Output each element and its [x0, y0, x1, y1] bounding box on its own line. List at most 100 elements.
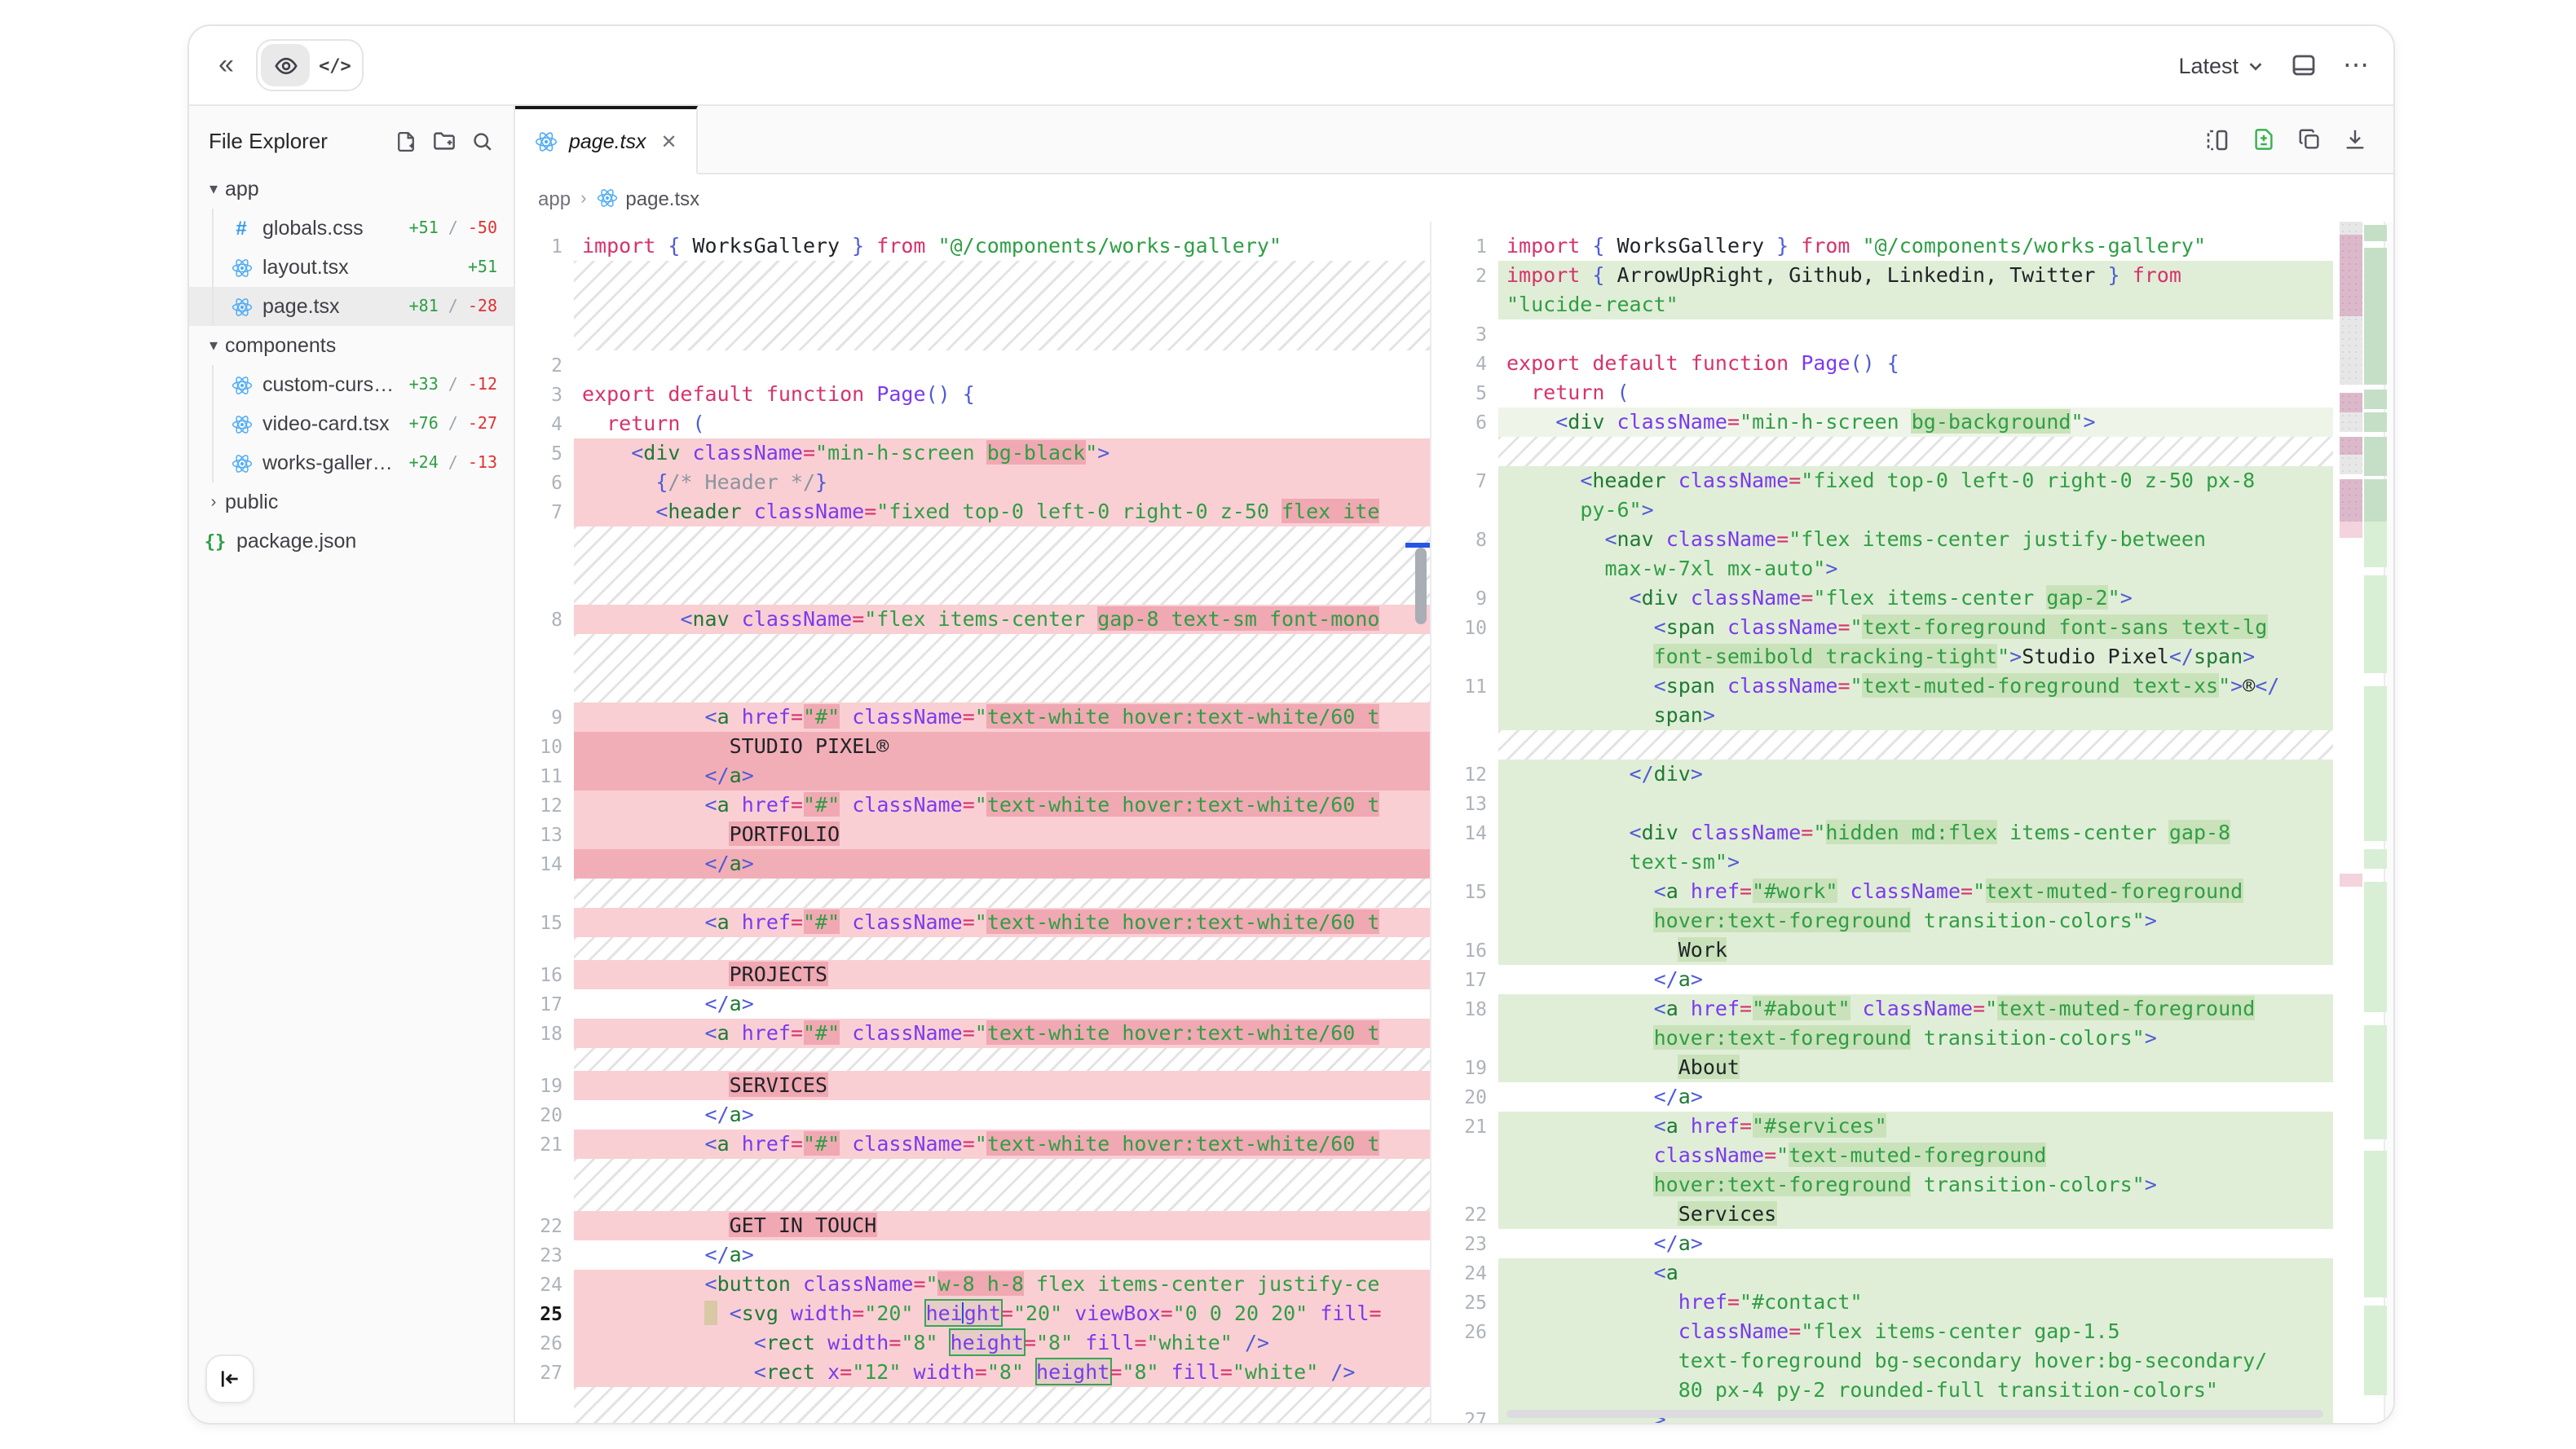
indent-guide: [212, 404, 214, 443]
code-line: 2import { ArrowUpRight, Github, Linkedin…: [1431, 261, 2333, 290]
code-line: className="text-muted-foreground: [1431, 1141, 2333, 1170]
code-line: 6 <div className="min-h-screen bg-backgr…: [1431, 407, 2333, 437]
sidebar-file-globals.css[interactable]: #globals.css+51 / -50: [189, 209, 514, 248]
line-number: 19: [1431, 1053, 1498, 1082]
code-line: 23 </a>: [515, 1240, 1430, 1270]
react-icon: [228, 257, 254, 278]
line-number: 13: [515, 820, 574, 849]
diff-pane-old[interactable]: 1import { WorksGallery } from "@/compone…: [515, 222, 1431, 1423]
code-line: 26 className="flex items-center gap-1.5: [1431, 1317, 2333, 1346]
search-icon[interactable]: [471, 129, 494, 153]
code-line: 23 </a>: [1431, 1229, 2333, 1258]
diff-stats: +81 / -28: [409, 297, 497, 315]
eye-icon: [274, 53, 298, 77]
code-line: 16 PROJECTS: [515, 960, 1430, 989]
code-line: max-w-7xl mx-auto">: [1431, 554, 2333, 584]
sidebar-file-package.json[interactable]: {}package.json: [189, 522, 514, 561]
code-line: hover:text-foreground transition-colors"…: [1431, 906, 2333, 936]
horizontal-scrollbar[interactable]: [1506, 1410, 2323, 1418]
code-line: 7 <header className="fixed top-0 left-0 …: [1431, 466, 2333, 495]
code-toggle-button[interactable]: </>: [311, 44, 359, 86]
tab-label: page.tsx: [569, 130, 646, 152]
sidebar-folder-public[interactable]: ›public: [189, 482, 514, 522]
sidebar-file-layout.tsx[interactable]: layout.tsx+51: [189, 248, 514, 287]
code-line: font-semibold tracking-tight">Studio Pix…: [1431, 642, 2333, 672]
code-line: 21 <a href="#" className="text-white hov…: [515, 1130, 1430, 1159]
sidebar-file-works-galler[interactable]: works-galler… +24 / -13: [189, 443, 514, 482]
line-number: 26: [515, 1328, 574, 1358]
collapse-sidebar-button[interactable]: [205, 1354, 254, 1403]
code-line: 17 </a>: [1431, 965, 2333, 994]
sidebar-file-page.tsx[interactable]: page.tsx +81 / -28: [189, 287, 514, 326]
line-number: 11: [515, 761, 574, 791]
screen: « </>: [0, 0, 2576, 1449]
code-line: 4export default function Page() {: [1431, 349, 2333, 378]
sidebar-file-video-card.tsx[interactable]: video-card.tsx+76 / -27: [189, 404, 514, 443]
minimap-block: [2364, 1151, 2387, 1297]
tab-page-tsx[interactable]: page.tsx ✕: [515, 106, 699, 174]
line-number: 7: [515, 497, 574, 526]
code-line: 8 <nav className="flex items-center gap-…: [515, 605, 1430, 634]
line-number: 1: [1431, 231, 1498, 261]
file-label: public: [225, 491, 278, 513]
line-number: 18: [515, 1019, 574, 1048]
sidebar-file-custom-curs[interactable]: custom-curs…+33 / -12: [189, 365, 514, 404]
code-line: 7 <header className="fixed top-0 left-0 …: [515, 497, 1430, 526]
file-label: works-galler…: [262, 451, 393, 474]
code-line: 15 <a href="#work" className="text-muted…: [1431, 877, 2333, 906]
new-folder-icon[interactable]: [432, 129, 457, 153]
line-number: 16: [1431, 936, 1498, 965]
minimap-block: [2364, 882, 2387, 1012]
collapse-panel-icon[interactable]: «: [212, 46, 240, 85]
indent-guide: [212, 248, 214, 287]
collapsed-diff-region: [515, 1387, 1430, 1423]
line-number: [1431, 554, 1498, 584]
code-line: 3: [1431, 319, 2333, 349]
minimap-block: [2364, 479, 2387, 522]
file-tree: ▾app#globals.css+51 / -50layout.tsx+51pa…: [189, 170, 514, 561]
split-view-icon[interactable]: [2204, 126, 2230, 152]
line-number: 25: [515, 1299, 574, 1328]
code-line: 14 <div className="hidden md:flex items-…: [1431, 818, 2333, 848]
code-line: 19 SERVICES: [515, 1071, 1430, 1100]
line-number: 16: [515, 960, 574, 989]
copy-icon[interactable]: [2297, 127, 2322, 152]
file-label: page.tsx: [262, 295, 340, 318]
react-icon: [228, 413, 254, 434]
code-line: text-sm">: [1431, 848, 2333, 877]
code-line: 18 <a href="#" className="text-white hov…: [515, 1019, 1430, 1048]
code-line: 24 <button className="w-8 h-8 flex items…: [515, 1270, 1430, 1299]
code-line: 4 return (: [515, 409, 1430, 438]
diff-pane-new[interactable]: 1import { WorksGallery } from "@/compone…: [1431, 222, 2333, 1423]
indent-guide: [212, 365, 214, 404]
minimap-block: [2340, 412, 2362, 432]
line-number: 18: [1431, 994, 1498, 1024]
code-line: 27 <rect x="12" width="8" height="8" fil…: [515, 1358, 1430, 1387]
sidebar-folder-app[interactable]: ▾app: [189, 170, 514, 209]
line-number: 2: [515, 350, 574, 380]
vertical-scrollbar[interactable]: [1415, 548, 1427, 624]
panel-bottom-icon[interactable]: [2291, 52, 2317, 78]
breadcrumb-root[interactable]: app: [538, 187, 571, 209]
line-number: 19: [515, 1071, 574, 1100]
file-label: layout.tsx: [262, 256, 349, 279]
download-icon[interactable]: [2343, 127, 2367, 152]
code-line: 1import { WorksGallery } from "@/compone…: [515, 231, 1430, 261]
line-number: [1431, 642, 1498, 672]
line-number: 10: [515, 732, 574, 761]
line-number: 1: [515, 231, 574, 261]
indent-guide: [212, 443, 214, 482]
react-icon: [228, 296, 254, 317]
new-file-icon[interactable]: [395, 129, 417, 153]
diff-minimap[interactable]: [2333, 222, 2393, 1423]
more-options-button[interactable]: ⋯: [2343, 49, 2371, 81]
file-diff-icon[interactable]: [2252, 127, 2276, 152]
close-tab-icon[interactable]: ✕: [661, 130, 677, 152]
view-toggle: </>: [257, 39, 364, 91]
preview-toggle-button[interactable]: [262, 44, 311, 86]
diff-stats: +24 / -13: [409, 454, 497, 472]
minimap-block: [2364, 225, 2387, 241]
code-line: 17 </a>: [515, 989, 1430, 1019]
version-dropdown[interactable]: Latest: [2178, 53, 2265, 77]
sidebar-folder-components[interactable]: ▾components: [189, 326, 514, 365]
